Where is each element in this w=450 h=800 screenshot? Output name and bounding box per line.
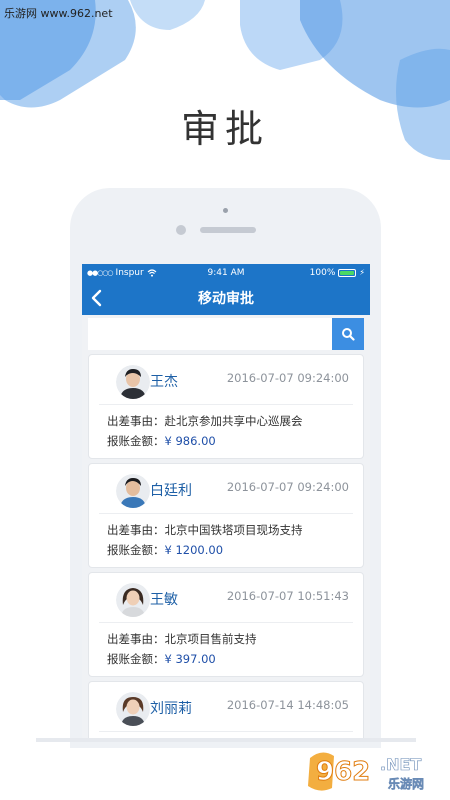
avatar bbox=[116, 583, 150, 617]
chevron-left-icon[interactable] bbox=[88, 287, 108, 309]
reason-label: 出差事由： bbox=[107, 523, 165, 537]
reason-value: 北京中国铁塔项目现场支持 bbox=[164, 523, 303, 537]
status-bar: ●●○○○ Inspur 9:41 AM 100% ⚡ bbox=[82, 264, 370, 281]
reason-row: 出差事由：赴北京参加共享中心巡展会 bbox=[107, 411, 363, 431]
reason-value: 赴北京参加共享中心巡展会 bbox=[164, 414, 303, 428]
watermark-logo: 962 .NET 乐游网 bbox=[308, 752, 424, 791]
applicant-name: 刘丽莉 bbox=[150, 701, 192, 717]
search-input[interactable] bbox=[88, 318, 332, 350]
amount-value: ¥ 397.00 bbox=[164, 652, 216, 666]
phone-base bbox=[36, 738, 416, 742]
nav-bar: 移动审批 bbox=[82, 281, 370, 315]
card-body: 出差事由：北京项目售前支持 报账金额：¥ 397.00 bbox=[89, 623, 363, 669]
amount-value: ¥ 986.00 bbox=[164, 434, 216, 448]
card-body: 出差事由：赴北京参加共享中心巡展会 报账金额：¥ 986.00 bbox=[89, 405, 363, 451]
battery-icon bbox=[338, 268, 357, 277]
search-icon bbox=[342, 328, 355, 341]
approval-card[interactable]: 白廷利 2016-07-07 09:24:00 出差事由：北京中国铁塔项目现场支… bbox=[88, 463, 364, 568]
nav-title: 移动审批 bbox=[198, 291, 254, 307]
approval-card[interactable]: 王杰 2016-07-07 09:24:00 出差事由：赴北京参加共享中心巡展会… bbox=[88, 354, 364, 459]
watermark-suffix: .NET bbox=[380, 755, 421, 774]
reason-value: 北京项目售前支持 bbox=[164, 632, 257, 646]
phone-speaker bbox=[200, 227, 256, 233]
phone-sensor bbox=[223, 208, 228, 213]
reason-row: 出差事由：北京项目售前支持 bbox=[107, 629, 363, 649]
submit-time: 2016-07-07 09:24:00 bbox=[226, 371, 349, 385]
submit-time: 2016-07-07 09:24:00 bbox=[226, 480, 349, 494]
app-screen: ●●○○○ Inspur 9:41 AM 100% ⚡ 移动审批 王杰 2016… bbox=[82, 264, 370, 740]
card-header: 刘丽莉 2016-07-14 14:48:05 bbox=[99, 682, 353, 732]
submit-time: 2016-07-07 10:51:43 bbox=[226, 589, 349, 603]
amount-label: 报账金额： bbox=[107, 652, 165, 666]
watermark-cn: 乐游网 bbox=[388, 776, 424, 791]
card-header: 王敏 2016-07-07 10:51:43 bbox=[99, 573, 353, 623]
phone-camera bbox=[176, 225, 186, 235]
approval-card[interactable]: 刘丽莉 2016-07-14 14:48:05 bbox=[88, 681, 364, 740]
search-button[interactable] bbox=[332, 318, 364, 350]
card-body: 出差事由：北京中国铁塔项目现场支持 报账金额：¥ 1200.00 bbox=[89, 514, 363, 560]
applicant-name: 王敏 bbox=[150, 592, 178, 608]
applicant-name: 白廷利 bbox=[150, 483, 192, 499]
amount-label: 报账金额： bbox=[107, 434, 165, 448]
avatar bbox=[116, 365, 150, 399]
watermark-number: 962 bbox=[316, 757, 370, 787]
amount-label: 报账金额： bbox=[107, 543, 165, 557]
amount-row: 报账金额：¥ 397.00 bbox=[107, 649, 363, 669]
amount-row: 报账金额：¥ 986.00 bbox=[107, 431, 363, 451]
reason-label: 出差事由： bbox=[107, 632, 165, 646]
amount-value: ¥ 1200.00 bbox=[164, 543, 224, 557]
avatar bbox=[116, 692, 150, 726]
applicant-name: 王杰 bbox=[150, 374, 178, 390]
card-header: 白廷利 2016-07-07 09:24:00 bbox=[99, 464, 353, 514]
page-title: 审批 bbox=[180, 107, 269, 151]
approval-card[interactable]: 王敏 2016-07-07 10:51:43 出差事由：北京项目售前支持 报账金… bbox=[88, 572, 364, 677]
avatar bbox=[116, 474, 150, 508]
submit-time: 2016-07-14 14:48:05 bbox=[226, 698, 349, 712]
card-header: 王杰 2016-07-07 09:24:00 bbox=[99, 355, 353, 405]
amount-row: 报账金额：¥ 1200.00 bbox=[107, 540, 363, 560]
status-time: 9:41 AM bbox=[207, 267, 245, 278]
reason-row: 出差事由：北京中国铁塔项目现场支持 bbox=[107, 520, 363, 540]
reason-label: 出差事由： bbox=[107, 414, 165, 428]
watermark-text: 乐游网 www.962.net bbox=[4, 7, 113, 20]
search-bar bbox=[88, 318, 364, 354]
